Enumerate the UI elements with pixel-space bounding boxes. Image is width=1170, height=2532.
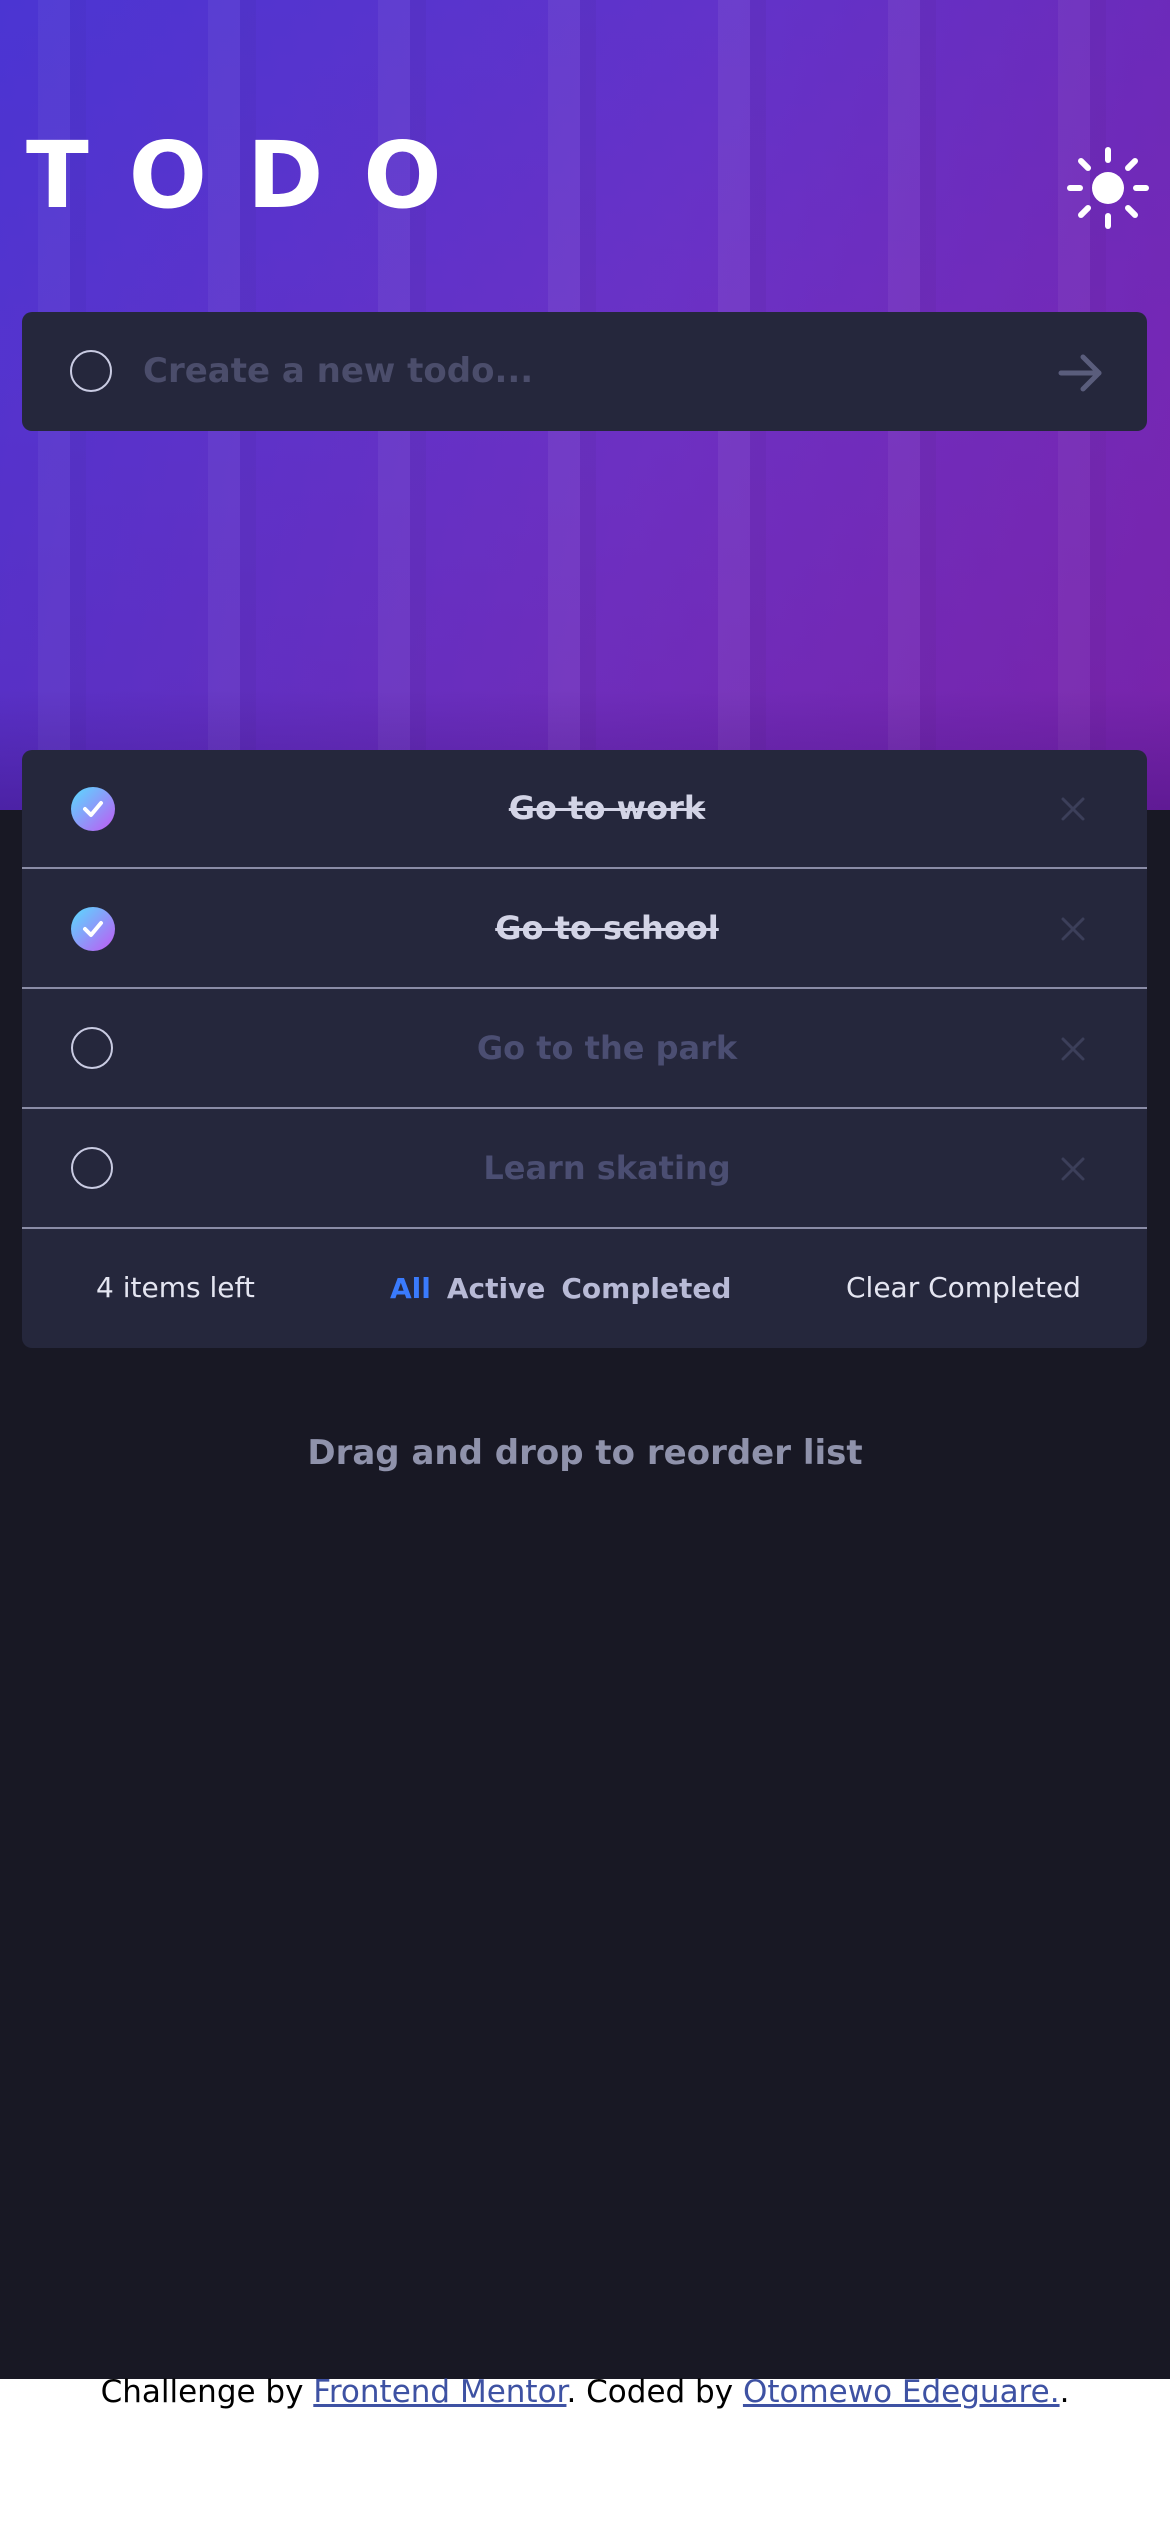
todo-list: Go to work Go to school Go to the park L…	[22, 750, 1147, 1348]
filter-group: All Active Completed	[390, 1228, 731, 1348]
items-left-count: 4 items left	[96, 1271, 255, 1304]
close-icon	[1061, 1037, 1085, 1061]
todo-checkbox-checked[interactable]	[71, 907, 115, 951]
filter-active[interactable]: Active	[447, 1272, 546, 1305]
list-footer: 4 items left All Active Completed Clear …	[22, 1228, 1147, 1348]
new-todo-check-circle[interactable]	[70, 350, 112, 392]
submit-todo-button[interactable]	[1053, 345, 1109, 401]
close-icon	[1061, 1157, 1085, 1181]
check-icon	[83, 801, 103, 817]
author-link[interactable]: Otomewo Edeguare.	[743, 2374, 1060, 2410]
close-icon	[1061, 797, 1085, 821]
filter-completed[interactable]: Completed	[561, 1272, 731, 1305]
todo-item[interactable]: Go to the park	[22, 990, 1147, 1109]
attribution-prefix: Challenge by	[100, 2374, 314, 2410]
sun-icon	[1067, 147, 1149, 229]
delete-todo-button[interactable]	[1058, 914, 1088, 944]
todo-text: Go to school	[495, 909, 719, 947]
todo-text: Learn skating	[483, 1149, 731, 1187]
theme-toggle-button[interactable]	[1066, 146, 1150, 230]
new-todo-bar	[22, 312, 1147, 431]
delete-todo-button[interactable]	[1058, 1154, 1088, 1184]
attribution-middle: . Coded by	[566, 2374, 743, 2410]
todo-checkbox-checked[interactable]	[71, 787, 115, 831]
attribution-suffix: .	[1059, 2374, 1070, 2410]
delete-todo-button[interactable]	[1058, 794, 1088, 824]
attribution: Challenge by Frontend Mentor. Coded by O…	[0, 2368, 1170, 2416]
new-todo-input[interactable]	[143, 340, 1023, 402]
clear-completed-button[interactable]: Clear Completed	[846, 1228, 1081, 1348]
drag-drop-hint: Drag and drop to reorder list	[307, 1433, 863, 1473]
app-title: TODO	[26, 122, 482, 229]
todo-checkbox-unchecked[interactable]	[71, 1147, 113, 1189]
todo-item[interactable]: Go to school	[22, 870, 1147, 989]
todo-item[interactable]: Go to work	[22, 750, 1147, 869]
frontend-mentor-link[interactable]: Frontend Mentor	[313, 2374, 566, 2410]
arrow-right-icon	[1058, 354, 1102, 392]
check-icon	[83, 921, 103, 937]
filter-all[interactable]: All	[390, 1272, 431, 1305]
todo-item[interactable]: Learn skating	[22, 1110, 1147, 1229]
todo-text: Go to the park	[476, 1029, 738, 1067]
todo-text: Go to work	[508, 789, 706, 827]
close-icon	[1061, 917, 1085, 941]
delete-todo-button[interactable]	[1058, 1034, 1088, 1064]
todo-checkbox-unchecked[interactable]	[71, 1027, 113, 1069]
